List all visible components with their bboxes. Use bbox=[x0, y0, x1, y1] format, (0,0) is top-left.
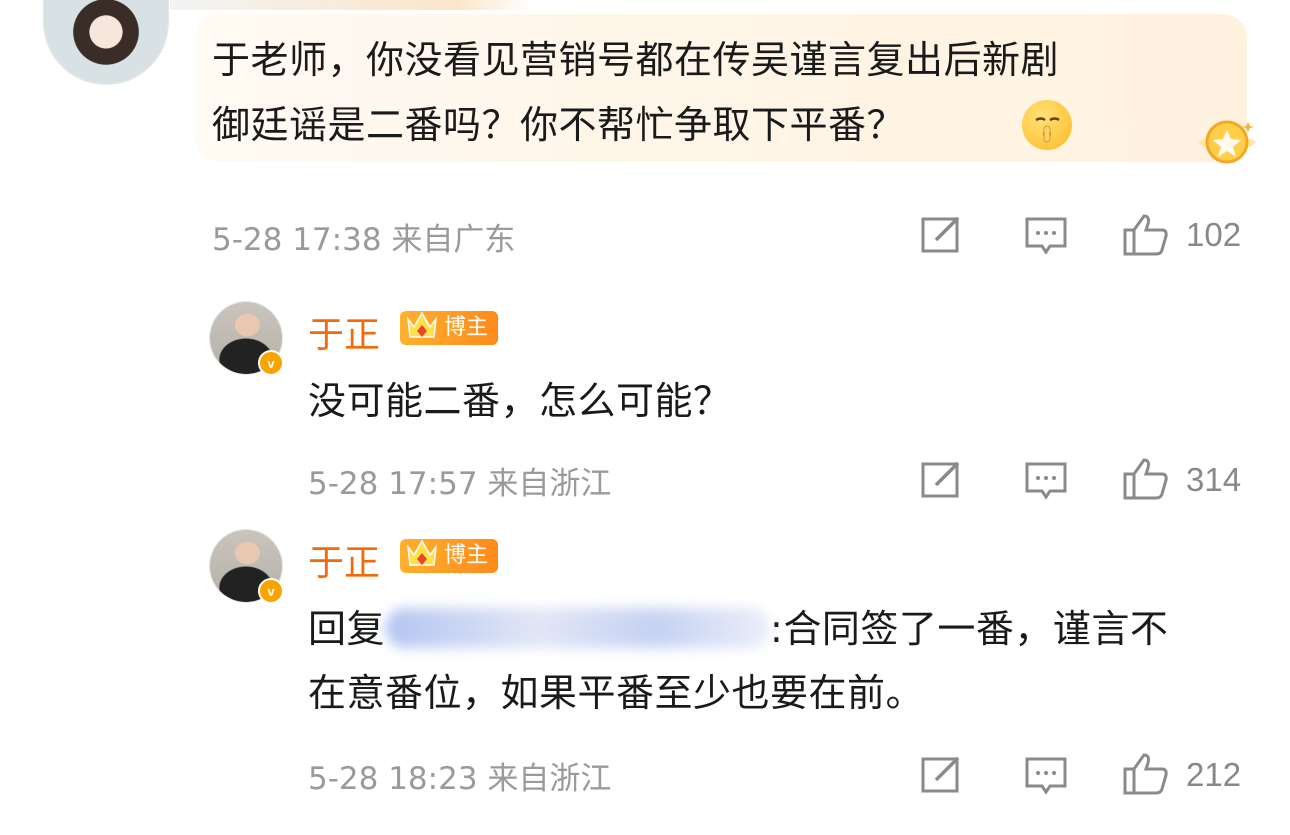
verified-badge-icon: v bbox=[258, 578, 284, 604]
reply-suffix: :合同签了一番，谨言不 bbox=[770, 607, 1169, 651]
thumbs-up-icon[interactable] bbox=[1122, 212, 1170, 260]
comment-text-line2: 御廷谣是二番吗？你不帮忙争取下平番？ bbox=[212, 103, 906, 147]
pencil-square-icon[interactable] bbox=[920, 754, 964, 798]
reply-like-count: 314 bbox=[1186, 461, 1242, 498]
thumbs-up-icon[interactable] bbox=[1122, 456, 1170, 504]
crown-icon bbox=[406, 539, 438, 566]
commenter-avatar[interactable] bbox=[44, 0, 168, 84]
crown-icon bbox=[406, 311, 438, 338]
reply-text-line1: 回复 :合同签了一番，谨言不 bbox=[308, 598, 1168, 660]
comment-bubble-icon[interactable] bbox=[1024, 756, 1068, 800]
medal-badge-icon bbox=[1196, 112, 1258, 174]
reply-username[interactable]: 于正 bbox=[308, 306, 380, 358]
reply-text: 没可能二番，怎么可能？ bbox=[308, 379, 732, 423]
comment-bubble-icon[interactable] bbox=[1024, 216, 1068, 260]
comment-like-count: 102 bbox=[1186, 216, 1242, 253]
reply-username[interactable]: 于正 bbox=[308, 534, 380, 586]
comment-text-line1: 于老师，你没看见营销号都在传吴谨言复出后新剧 bbox=[212, 38, 1060, 82]
author-badge-label: 博主 bbox=[444, 315, 489, 340]
comment-timestamp: 5-28 17:38 来自广东 bbox=[212, 222, 516, 258]
reply-prefix: 回复 bbox=[308, 607, 386, 651]
verified-badge-icon: v bbox=[258, 350, 284, 376]
author-badge: 博主 bbox=[400, 311, 499, 345]
pencil-square-icon[interactable] bbox=[920, 214, 964, 258]
reply-text-line2: 在意番位，如果平番至少也要在前。 bbox=[308, 671, 925, 715]
avatar-top-cut bbox=[170, 0, 530, 10]
reply-timestamp: 5-28 17:57 来自浙江 bbox=[308, 466, 612, 502]
comment-bubble-icon[interactable] bbox=[1024, 461, 1068, 505]
shush-emoji-icon bbox=[1022, 100, 1072, 150]
thumbs-up-icon[interactable] bbox=[1122, 751, 1170, 799]
pencil-square-icon[interactable] bbox=[920, 459, 964, 503]
reply-timestamp: 5-28 18:23 来自浙江 bbox=[308, 761, 612, 797]
blurred-mention[interactable] bbox=[385, 607, 771, 648]
reply-like-count: 212 bbox=[1186, 756, 1242, 793]
author-badge: 博主 bbox=[400, 539, 499, 573]
author-badge-label: 博主 bbox=[444, 543, 489, 568]
